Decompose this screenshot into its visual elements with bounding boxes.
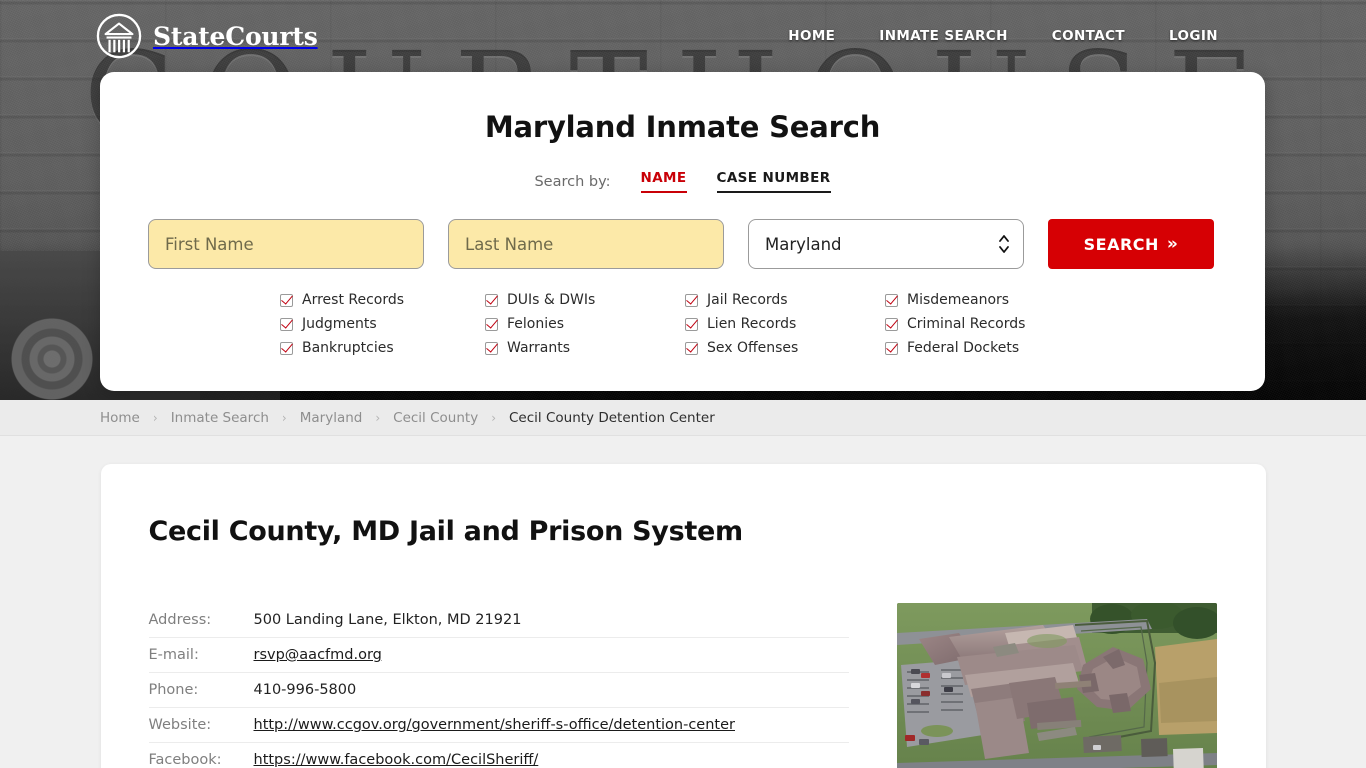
detail-value-address: 500 Landing Lane, Elkton, MD 21921: [253, 612, 522, 628]
checkbox-federal-dockets[interactable]: Federal Dockets: [885, 339, 1095, 357]
search-form-row: Maryland SEARCH »: [148, 219, 1217, 269]
state-select[interactable]: Maryland: [748, 219, 1024, 269]
search-button[interactable]: SEARCH »: [1048, 219, 1214, 269]
hero-banner: COURTHOUSE StateCourts HOME: [0, 0, 1366, 400]
checkbox-label: Sex Offenses: [707, 340, 799, 356]
checkbox-felonies[interactable]: Felonies: [485, 315, 685, 333]
checkbox-duis-dwis[interactable]: DUIs & DWIs: [485, 291, 685, 309]
search-by-row: Search by: NAME CASE NUMBER: [148, 170, 1217, 193]
checkbox-label: Arrest Records: [302, 292, 405, 308]
table-row: Address: 500 Landing Lane, Elkton, MD 21…: [148, 603, 849, 638]
checkbox-checked-icon[interactable]: [280, 341, 293, 355]
facility-detail-wrapper: Address: 500 Landing Lane, Elkton, MD 21…: [148, 603, 1218, 768]
checkbox-label: Federal Dockets: [907, 340, 1020, 356]
checkbox-label: Lien Records: [707, 316, 797, 332]
detail-label-email: E-mail:: [148, 647, 199, 663]
table-row: Phone: 410-996-5800: [148, 673, 849, 708]
facility-detail-table: Address: 500 Landing Lane, Elkton, MD 21…: [148, 603, 849, 768]
checkbox-arrest-records[interactable]: Arrest Records: [280, 291, 485, 309]
breadcrumb-item-inmate-search[interactable]: Inmate Search: [171, 410, 269, 426]
record-type-checkbox-grid: Arrest Records DUIs & DWIs Jail Records …: [280, 291, 1217, 357]
detail-label-phone: Phone:: [148, 682, 199, 698]
detail-value-website: http://www.ccgov.org/government/sheriff-…: [254, 717, 736, 733]
chevron-right-icon: ›: [375, 410, 381, 425]
checkbox-misdemeanors[interactable]: Misdemeanors: [885, 291, 1095, 309]
checkbox-checked-icon[interactable]: [885, 293, 898, 307]
detail-label-facebook: Facebook:: [148, 752, 222, 768]
checkbox-checked-icon[interactable]: [685, 317, 698, 331]
inmate-search-card: Maryland Inmate Search Search by: NAME C…: [100, 72, 1265, 391]
checkbox-label: Bankruptcies: [302, 340, 394, 356]
checkbox-jail-records[interactable]: Jail Records: [685, 291, 885, 309]
aerial-photo-detention-center: [896, 603, 1217, 768]
checkbox-checked-icon[interactable]: [485, 293, 498, 307]
checkbox-label: Criminal Records: [907, 316, 1026, 332]
detail-label-website: Website:: [148, 717, 212, 733]
courthouse-logo-icon: [96, 13, 142, 59]
checkbox-checked-icon[interactable]: [485, 317, 498, 331]
search-card-title: Maryland Inmate Search: [484, 110, 881, 144]
double-chevron-right-icon: »: [1166, 233, 1179, 254]
first-name-input[interactable]: [148, 219, 424, 269]
checkbox-checked-icon[interactable]: [280, 317, 293, 331]
checkbox-checked-icon[interactable]: [885, 341, 898, 355]
nav-item-contact[interactable]: CONTACT: [1052, 28, 1125, 44]
page-body: Cecil County, MD Jail and Prison System …: [0, 436, 1366, 768]
checkbox-label: Judgments: [302, 316, 377, 332]
checkbox-lien-records[interactable]: Lien Records: [685, 315, 885, 333]
nav-item-home[interactable]: HOME: [788, 28, 835, 44]
table-row: E-mail: rsvp@aacfmd.org: [148, 638, 849, 673]
table-row: Facebook: https://www.facebook.com/Cecil…: [149, 743, 849, 768]
checkbox-label: DUIs & DWIs: [507, 292, 596, 308]
chevron-right-icon: ›: [281, 410, 287, 425]
website-link[interactable]: http://www.ccgov.org/government/sheriff-…: [254, 717, 736, 733]
checkbox-label: Jail Records: [707, 292, 788, 308]
nav-item-inmate-search[interactable]: INMATE SEARCH: [879, 28, 1007, 44]
breadcrumb-item-cecil-county[interactable]: Cecil County: [393, 410, 478, 426]
facility-info-card: Cecil County, MD Jail and Prison System …: [100, 464, 1266, 768]
chevron-right-icon: ›: [152, 410, 158, 425]
checkbox-bankruptcies[interactable]: Bankruptcies: [280, 339, 485, 357]
main-nav: HOME INMATE SEARCH CONTACT LOGIN: [788, 28, 1318, 44]
detail-value-email: rsvp@aacfmd.org: [254, 647, 382, 663]
last-name-input[interactable]: [448, 219, 724, 269]
checkbox-judgments[interactable]: Judgments: [280, 315, 485, 333]
breadcrumb-item-current: Cecil County Detention Center: [509, 409, 715, 426]
checkbox-label: Misdemeanors: [907, 292, 1010, 308]
page-title: Cecil County, MD Jail and Prison System: [148, 516, 744, 547]
checkbox-label: Felonies: [507, 316, 565, 332]
nav-item-login[interactable]: LOGIN: [1169, 28, 1218, 44]
tab-name[interactable]: NAME: [640, 170, 687, 193]
tab-case-number[interactable]: CASE NUMBER: [716, 170, 831, 193]
breadcrumb-item-home[interactable]: Home: [100, 410, 140, 426]
brand-logo-link[interactable]: StateCourts: [96, 13, 318, 59]
search-by-label: Search by:: [534, 173, 611, 190]
checkbox-checked-icon[interactable]: [485, 341, 498, 355]
checkbox-checked-icon[interactable]: [685, 341, 698, 355]
breadcrumb-item-maryland[interactable]: Maryland: [300, 410, 363, 426]
brand-name: StateCourts: [153, 21, 318, 51]
detail-label-address: Address:: [148, 612, 212, 628]
checkbox-checked-icon[interactable]: [885, 317, 898, 331]
checkbox-checked-icon[interactable]: [280, 293, 293, 307]
checkbox-sex-offenses[interactable]: Sex Offenses: [685, 339, 885, 357]
chevron-right-icon: ›: [491, 410, 496, 425]
detail-value-facebook: https://www.facebook.com/CecilSheriff/: [254, 752, 539, 768]
email-link[interactable]: rsvp@aacfmd.org: [254, 647, 382, 663]
state-select-wrapper: Maryland: [748, 219, 1024, 269]
search-button-label: SEARCH: [1083, 234, 1159, 254]
top-navigation-bar: StateCourts HOME INMATE SEARCH CONTACT L…: [0, 0, 1366, 72]
checkbox-label: Warrants: [507, 340, 571, 356]
table-row: Website: http://www.ccgov.org/government…: [148, 708, 849, 743]
breadcrumb: Home › Inmate Search › Maryland › Cecil …: [0, 400, 1366, 436]
detail-value-phone: 410-996-5800: [253, 682, 357, 698]
checkbox-warrants[interactable]: Warrants: [485, 339, 685, 357]
facebook-link[interactable]: https://www.facebook.com/CecilSheriff/: [254, 752, 539, 768]
checkbox-criminal-records[interactable]: Criminal Records: [885, 315, 1095, 333]
checkbox-checked-icon[interactable]: [685, 293, 698, 307]
